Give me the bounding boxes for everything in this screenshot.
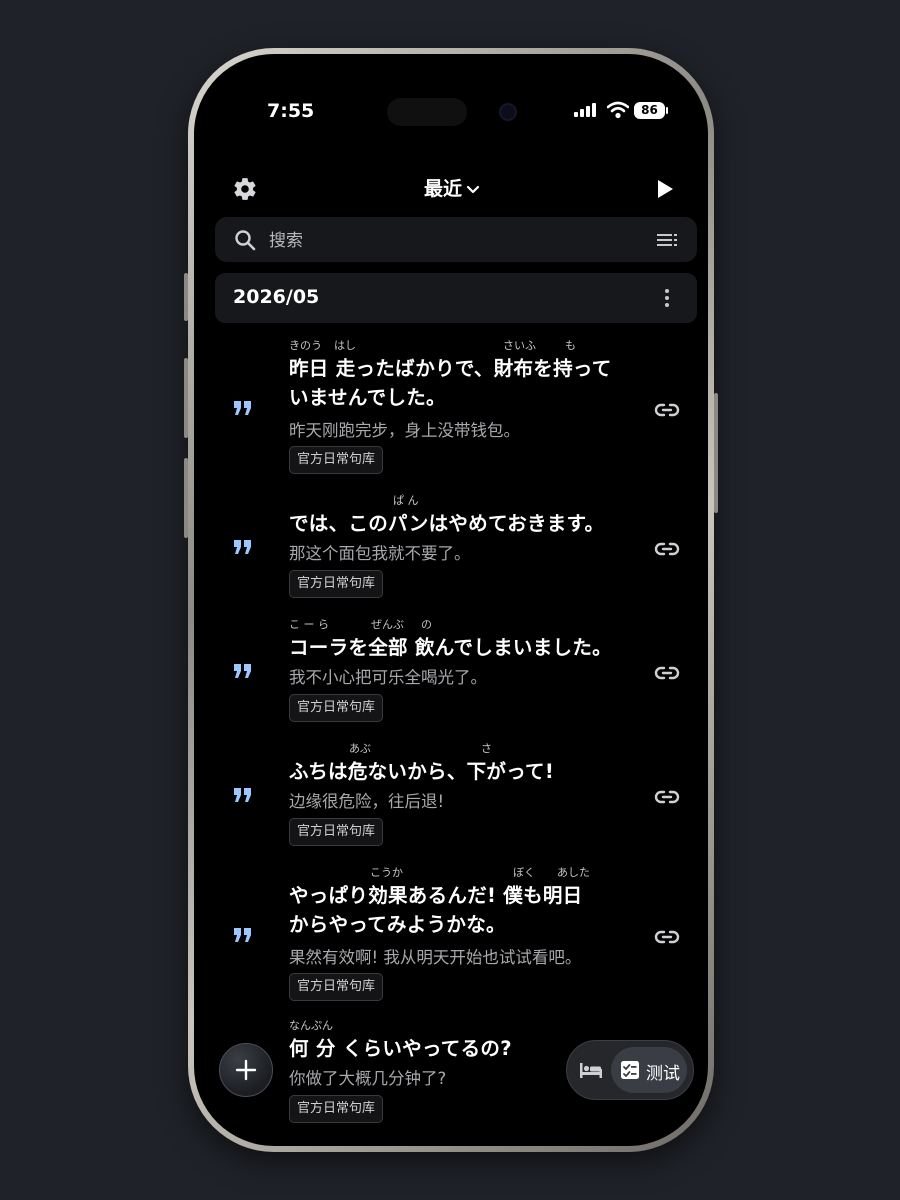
dynamic-island xyxy=(387,98,467,126)
page-title: 最近 xyxy=(423,178,462,200)
power-button xyxy=(714,393,718,513)
chinese-translation: 那这个面包我就不要了。 xyxy=(289,544,471,563)
chinese-translation: 昨天刚跑完步，身上没带钱包。 xyxy=(289,421,520,440)
list-item[interactable]: あぶ さ ふちは危ないから、下がって! 边缘很危险，往后退! 官方日常句库 xyxy=(202,740,700,850)
chinese-translation: 你做了大概几分钟了? xyxy=(289,1069,447,1088)
search-icon xyxy=(235,230,256,251)
app-screen: 7:55 86 最近 搜索 2026/05 きのう はし さいふ も 昨日 走っ… xyxy=(202,62,700,1138)
source-tag: 官方日常句库 xyxy=(289,818,384,846)
cellular-signal-icon xyxy=(574,103,598,117)
japanese-sentence: 何 分 くらいやってるの? xyxy=(289,1037,512,1060)
japanese-sentence: ふちは危ないから、下がって! xyxy=(289,760,555,783)
furigana: ぼく xyxy=(513,866,535,879)
title-dropdown[interactable]: 最近 xyxy=(382,174,522,201)
list-item[interactable]: ぱ ん では、このパンはやめておきます。 那这个面包我就不要了。 官方日常句库 xyxy=(202,492,700,602)
link-icon[interactable] xyxy=(654,924,680,950)
japanese-sentence: 昨日 走ったばかりで、財布を持って xyxy=(289,357,612,380)
source-tag: 官方日常句库 xyxy=(289,446,384,474)
furigana: はし xyxy=(334,339,356,352)
furigana: あぶ xyxy=(349,742,371,755)
furigana: ぜんぶ xyxy=(371,618,404,631)
list-item[interactable]: こ ー ら ぜんぶ の コーラを全部 飲んでしまいました。 我不小心把可乐全喝光… xyxy=(202,616,700,726)
front-camera xyxy=(499,103,517,121)
quote-icon xyxy=(234,540,251,554)
furigana: さいふ xyxy=(503,339,536,352)
link-icon[interactable] xyxy=(654,784,680,810)
japanese-sentence: では、このパンはやめておきます。 xyxy=(289,512,605,535)
wifi-icon xyxy=(607,101,629,119)
furigana: こ ー ら xyxy=(289,618,329,631)
action-button xyxy=(184,273,188,321)
japanese-sentence: コーラを全部 飲んでしまいました。 xyxy=(289,636,612,659)
quote-icon xyxy=(234,664,251,678)
bed-icon[interactable] xyxy=(579,1061,603,1079)
source-tag: 官方日常句库 xyxy=(289,570,384,598)
add-button[interactable] xyxy=(219,1043,273,1097)
quote-icon xyxy=(234,788,251,802)
japanese-sentence: いませんでした。 xyxy=(289,386,446,409)
list-icon[interactable] xyxy=(657,232,679,248)
furigana: ぱ ん xyxy=(393,494,419,507)
furigana: こうか xyxy=(370,866,403,879)
gear-icon[interactable] xyxy=(232,176,258,202)
status-time: 7:55 xyxy=(267,100,315,122)
furigana: なんぷん xyxy=(289,1019,333,1032)
chevron-down-icon xyxy=(466,185,480,193)
search-input[interactable] xyxy=(267,217,611,264)
furigana: きのう xyxy=(289,339,322,352)
phone-bezel: 7:55 86 最近 搜索 2026/05 きのう はし さいふ も 昨日 走っ… xyxy=(194,54,708,1146)
furigana: の xyxy=(421,618,432,631)
chinese-translation: 我不小心把可乐全喝光了。 xyxy=(289,668,487,687)
phone-frame: 7:55 86 最近 搜索 2026/05 きのう はし さいふ も 昨日 走っ… xyxy=(184,48,718,1152)
link-icon[interactable] xyxy=(654,536,680,562)
play-icon[interactable] xyxy=(654,176,676,202)
source-tag: 官方日常句库 xyxy=(289,973,384,1001)
battery-nub xyxy=(666,107,668,114)
test-mode-label: 测试 xyxy=(646,1064,680,1084)
link-icon[interactable] xyxy=(654,397,680,423)
month-section-header: 2026/05 xyxy=(215,273,697,323)
plus-icon xyxy=(235,1059,257,1081)
chinese-translation: 果然有效啊! 我从明天开始也试试看吧。 xyxy=(289,948,582,967)
japanese-sentence: やっぱり効果あるんだ! 僕も明日 xyxy=(289,884,583,907)
battery-level: 86 xyxy=(634,102,665,119)
quote-icon xyxy=(234,928,251,942)
test-mode-button[interactable]: 测试 xyxy=(611,1047,687,1093)
source-tag: 官方日常句库 xyxy=(289,694,384,722)
quote-icon xyxy=(234,401,251,415)
furigana: も xyxy=(565,339,576,352)
checklist-icon xyxy=(621,1061,639,1079)
volume-up-button xyxy=(184,358,188,438)
source-tag: 官方日常句库 xyxy=(289,1095,384,1123)
furigana: さ xyxy=(481,742,492,755)
furigana: あした xyxy=(557,866,590,879)
more-vertical-icon[interactable] xyxy=(663,287,671,309)
mode-switcher: 测试 xyxy=(566,1040,694,1100)
search-bar xyxy=(215,217,697,264)
month-label: 2026/05 xyxy=(233,286,320,308)
list-item[interactable]: きのう はし さいふ も 昨日 走ったばかりで、財布を持って いませんでした。 … xyxy=(202,337,700,477)
list-item[interactable]: こうか ぼく あした やっぱり効果あるんだ! 僕も明日 からやってみようかな。 … xyxy=(202,864,700,1004)
chinese-translation: 边缘很危险，往后退! xyxy=(289,792,445,811)
link-icon[interactable] xyxy=(654,660,680,686)
volume-down-button xyxy=(184,458,188,538)
japanese-sentence: からやってみようかな。 xyxy=(289,913,506,936)
